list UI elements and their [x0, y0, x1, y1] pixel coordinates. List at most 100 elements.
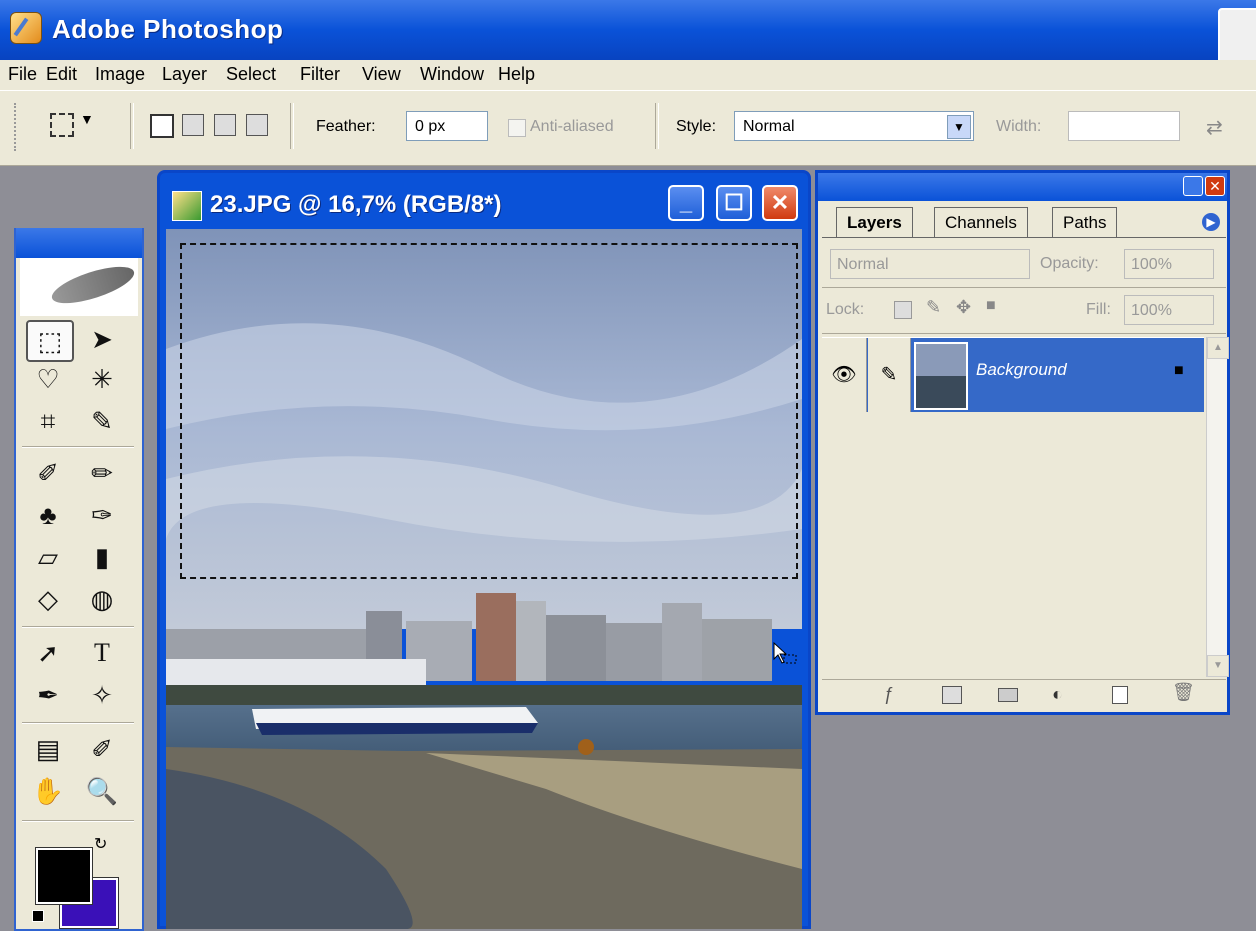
type-icon[interactable]: T	[80, 634, 124, 672]
zoom-icon[interactable]: 🔍	[80, 772, 124, 810]
photoshop-app-icon	[10, 12, 42, 44]
opacity-input[interactable]: 100%	[1124, 249, 1214, 279]
move-icon[interactable]: ➤	[80, 320, 124, 358]
lock-icon: ■	[1174, 362, 1184, 379]
lock-image-icon[interactable]: ✎	[926, 297, 941, 318]
menu-edit[interactable]: Edit	[46, 64, 77, 85]
maximize-button[interactable]: ☐	[716, 185, 752, 221]
options-bar: ▼ Feather: 0 px Anti-aliased Style: Norm…	[0, 90, 1256, 166]
custom-shape-icon[interactable]: ✧	[80, 676, 124, 714]
opacity-label: Opacity:	[1040, 255, 1099, 272]
history-brush-icon[interactable]: ✑	[80, 496, 124, 534]
scroll-down-icon[interactable]: ▼	[1207, 655, 1229, 677]
notes-icon[interactable]: ▤	[26, 730, 70, 768]
tab-layers[interactable]: Layers	[836, 207, 913, 238]
feather-input[interactable]: 0 px	[406, 111, 488, 141]
options-grip[interactable]	[14, 103, 20, 151]
chevron-down-icon[interactable]: ▼	[80, 111, 94, 127]
new-layer-icon[interactable]	[1112, 686, 1128, 704]
separator	[130, 103, 134, 149]
menu-select[interactable]: Select	[226, 64, 276, 85]
add-to-selection-icon[interactable]	[182, 114, 204, 136]
image-canvas[interactable]	[166, 229, 802, 929]
blend-mode-select[interactable]: Normal	[830, 249, 1030, 279]
palette-menu-button[interactable]: ▶	[1202, 213, 1220, 231]
lock-label: Lock:	[826, 301, 865, 318]
eraser-icon[interactable]: ▱	[26, 538, 70, 576]
fill-input[interactable]: 100%	[1124, 295, 1214, 325]
separator	[22, 722, 134, 724]
feather-logo-icon[interactable]	[20, 258, 138, 316]
healing-brush-icon[interactable]: ✐	[26, 454, 70, 492]
slice-icon[interactable]: ✎	[80, 402, 124, 440]
tab-channels[interactable]: Channels	[934, 207, 1028, 238]
menu-layer[interactable]: Layer	[162, 64, 207, 85]
palette-header[interactable]: ✕	[818, 173, 1227, 201]
menu-view[interactable]: View	[362, 64, 401, 85]
chevron-down-icon[interactable]: ▼	[947, 115, 971, 139]
lock-position-icon[interactable]: ✥	[956, 297, 971, 318]
swap-icon[interactable]: ⇄	[1206, 115, 1223, 140]
separator	[822, 287, 1226, 288]
adjustment-layer-icon[interactable]: ◐	[1052, 684, 1063, 705]
trash-icon[interactable]: 🗑	[1172, 682, 1195, 703]
toolbox-header[interactable]	[16, 228, 142, 258]
scroll-up-icon[interactable]: ▲	[1207, 337, 1229, 359]
brush-icon[interactable]: ✏	[80, 454, 124, 492]
menu-bar: File Edit Image Layer Select Filter View…	[0, 60, 1256, 90]
pen-icon[interactable]: ✒	[26, 676, 70, 714]
layer-row-background[interactable]: 👁 ✎ Background ■	[822, 337, 1204, 412]
separator	[290, 103, 294, 149]
eye-icon[interactable]: 👁	[822, 338, 867, 412]
layer-style-icon[interactable]: ƒ	[884, 684, 894, 705]
brush-link-icon[interactable]: ✎	[868, 338, 911, 412]
marquee-tool-preset-icon[interactable]	[50, 113, 74, 137]
tab-paths[interactable]: Paths	[1052, 207, 1118, 238]
close-button[interactable]: ✕	[762, 185, 798, 221]
new-selection-icon[interactable]	[150, 114, 174, 138]
blur-icon[interactable]: ◇	[26, 580, 70, 618]
layer-name[interactable]: Background	[976, 360, 1067, 380]
marquee-cursor-icon	[773, 641, 797, 664]
separator	[22, 626, 134, 628]
layers-scrollbar[interactable]: ▲ ▼	[1206, 337, 1229, 677]
layer-mask-icon[interactable]	[942, 686, 962, 704]
crop-icon[interactable]: ⌗	[26, 402, 70, 440]
style-select[interactable]: Normal ▼	[734, 111, 974, 141]
menu-window[interactable]: Window	[420, 64, 484, 85]
menu-image[interactable]: Image	[95, 64, 145, 85]
layers-palette: ✕ Layers Channels Paths ▶ Normal Opacity…	[815, 170, 1230, 715]
path-selection-icon[interactable]: ➚	[26, 634, 70, 672]
intersect-selection-icon[interactable]	[246, 114, 268, 136]
foreground-color-swatch[interactable]	[35, 847, 93, 905]
separator	[22, 446, 134, 448]
anti-aliased-checkbox[interactable]	[508, 119, 526, 137]
hand-icon[interactable]: ✋	[26, 772, 70, 810]
toolbox: ⬚ ➤ ♡ ✳ ⌗ ✎ ✐ ✏ ♣ ✑ ▱ ▮ ◇ ◍ ➚ T ✒ ✧ ▤ ✐ …	[14, 228, 144, 931]
subtract-from-selection-icon[interactable]	[214, 114, 236, 136]
eyedropper-icon[interactable]: ✐	[80, 730, 124, 768]
marquee-selection[interactable]	[180, 243, 798, 579]
width-input[interactable]	[1068, 111, 1180, 141]
layers-footer: ƒ ◐ 🗑	[822, 679, 1226, 710]
menu-help[interactable]: Help	[498, 64, 535, 85]
lock-transparent-icon[interactable]	[894, 301, 912, 319]
magic-wand-icon[interactable]: ✳	[80, 360, 124, 398]
default-colors-icon[interactable]	[32, 910, 44, 922]
menu-file[interactable]: File	[8, 64, 37, 85]
app-title-bar[interactable]: Adobe Photoshop	[0, 0, 1256, 72]
menu-filter[interactable]: Filter	[300, 64, 340, 85]
gradient-icon[interactable]: ▮	[80, 538, 124, 576]
lasso-icon[interactable]: ♡	[26, 360, 70, 398]
lock-all-icon[interactable]: ■	[986, 297, 996, 315]
clone-stamp-icon[interactable]: ♣	[26, 496, 70, 534]
app-title: Adobe Photoshop	[52, 14, 284, 44]
swap-colors-icon[interactable]: ↻	[94, 834, 107, 854]
palette-close-button[interactable]: ✕	[1205, 176, 1225, 196]
rectangular-marquee-icon[interactable]: ⬚	[26, 320, 74, 362]
minimize-button[interactable]: _	[668, 185, 704, 221]
dodge-icon[interactable]: ◍	[80, 580, 124, 618]
palette-minimize-button[interactable]	[1183, 176, 1203, 196]
document-title[interactable]: 23.JPG @ 16,7% (RGB/8*)	[210, 191, 502, 219]
new-group-icon[interactable]	[998, 688, 1018, 702]
